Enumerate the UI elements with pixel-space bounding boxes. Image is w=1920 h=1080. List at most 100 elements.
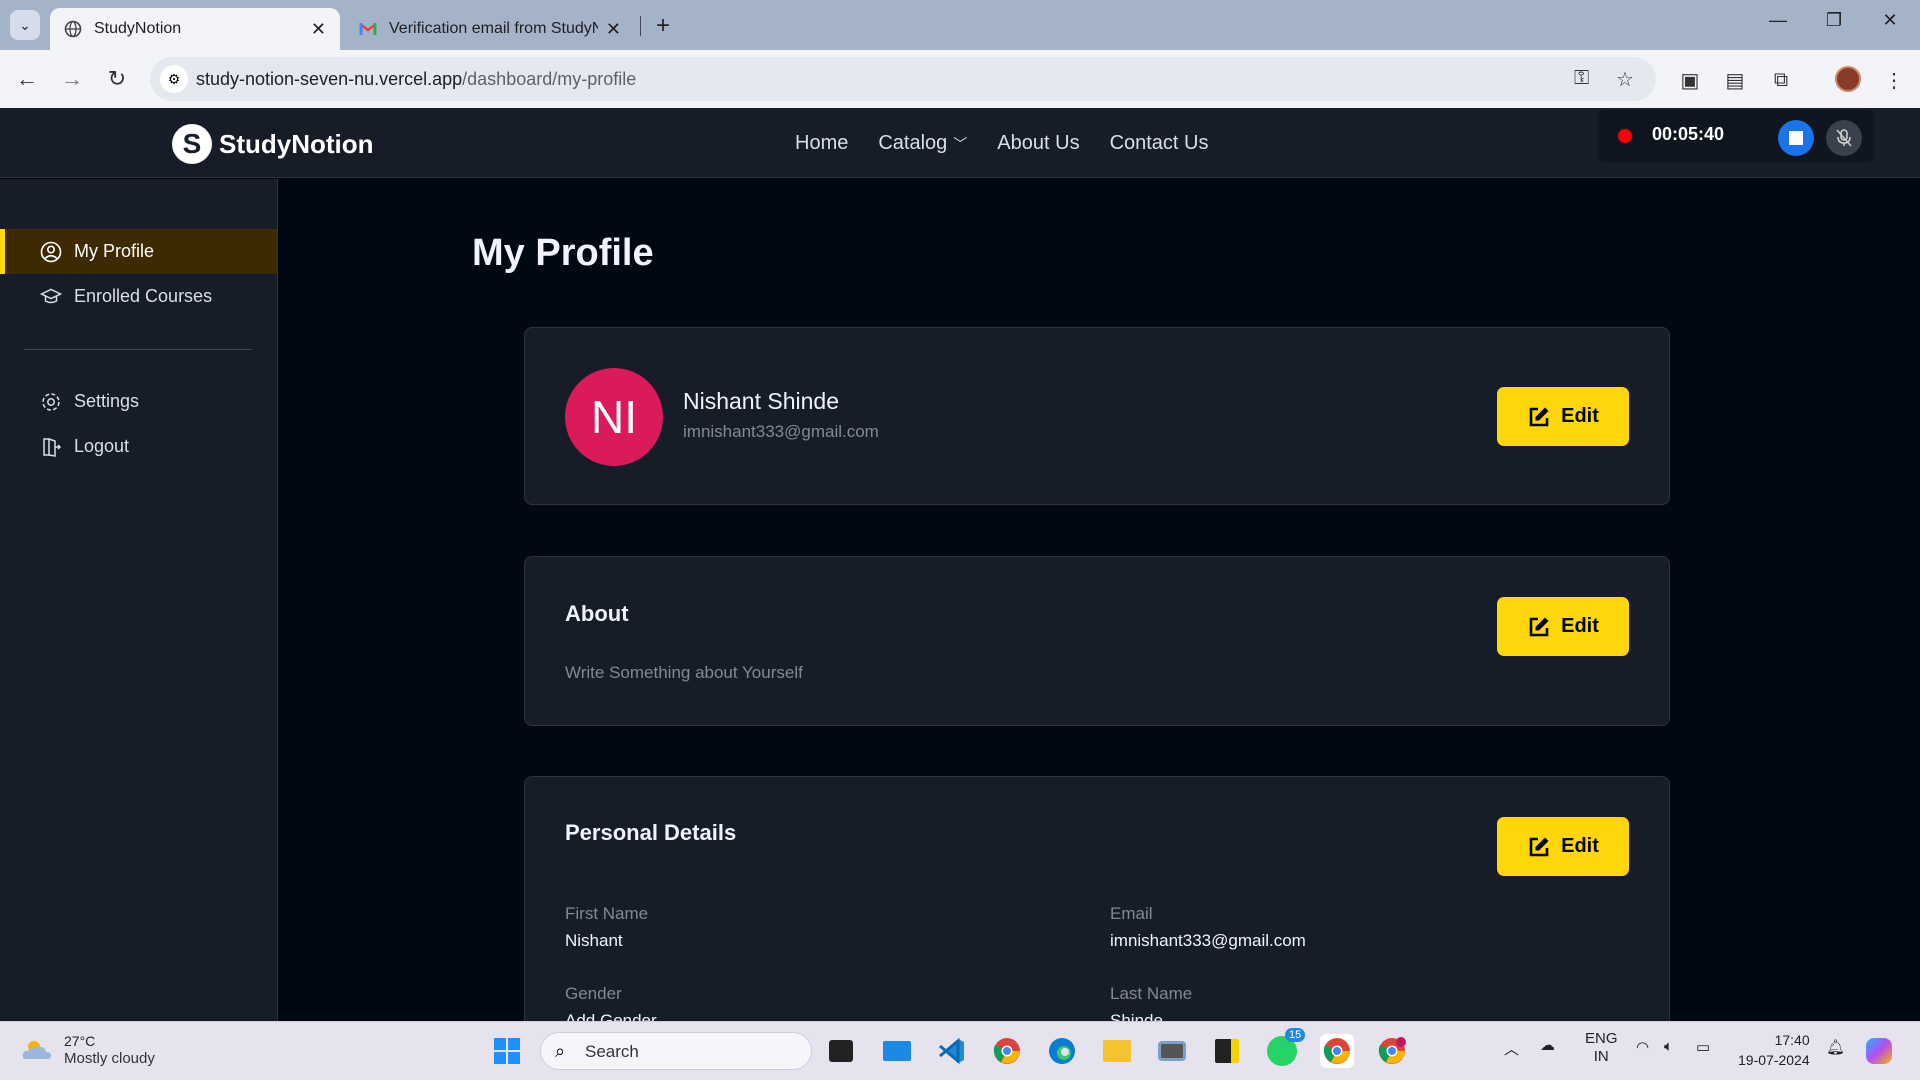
whatsapp-icon[interactable]: 15	[1265, 1028, 1306, 1068]
gear-icon	[40, 391, 62, 413]
back-icon[interactable]: ←	[12, 64, 42, 94]
edit-personal-details-button[interactable]: Edit	[1497, 817, 1629, 876]
edit-label: Edit	[1561, 835, 1599, 857]
minimize-icon[interactable]: —	[1758, 10, 1798, 31]
edit-profile-button[interactable]: Edit	[1497, 387, 1629, 446]
browser-profile-avatar[interactable]	[1835, 66, 1861, 92]
stop-recording-button[interactable]	[1778, 120, 1814, 156]
onedrive-offline-icon[interactable]: ☁	[1540, 1036, 1555, 1054]
forward-icon[interactable]: →	[57, 64, 87, 94]
screen-recorder-bar: 00:05:40	[1598, 110, 1874, 162]
camera-icon[interactable]	[1155, 1034, 1189, 1068]
site-info-icon[interactable]: ⚙	[160, 65, 188, 93]
sidebar-item-label: Settings	[74, 391, 140, 411]
edit-icon	[1529, 617, 1549, 636]
about-text: Write Something about Yourself	[565, 663, 803, 682]
profile-email: imnishant333@gmail.com	[683, 422, 879, 441]
tab-separator	[640, 16, 641, 36]
logout-icon	[40, 436, 62, 458]
gmail-icon	[359, 20, 377, 38]
reload-icon[interactable]: ↻	[102, 64, 132, 94]
nav-contact-us[interactable]: Contact Us	[1110, 132, 1209, 155]
task-view-icon[interactable]	[824, 1034, 858, 1068]
notification-bell-icon[interactable]: 🔔︎	[1826, 1038, 1845, 1056]
site-logo[interactable]: S StudyNotion	[172, 124, 374, 164]
search-placeholder: Search	[585, 1042, 639, 1061]
sidebar-item-label: Enrolled Courses	[74, 286, 213, 306]
system-clock[interactable]: 17:40 19-07-2024	[1738, 1030, 1810, 1070]
gender-label: Gender	[565, 984, 622, 1003]
tab-search-dropdown-icon[interactable]: ⌄	[10, 10, 40, 40]
logo-icon: S	[172, 124, 212, 164]
show-hidden-icons-chevron-icon[interactable]: ︿	[1504, 1038, 1519, 1059]
sidebar-item-settings[interactable]: Settings	[0, 379, 277, 424]
search-icon: ⌕	[555, 1041, 566, 1061]
screen-recorder-extension-icon[interactable]: ▤	[1721, 66, 1749, 94]
browser-toolbar: ← → ↻ ⚙ study-notion-seven-nu.vercel.app…	[0, 50, 1920, 108]
first-name-value: Nishant	[565, 931, 623, 950]
file-explorer-icon[interactable]	[1100, 1034, 1134, 1068]
temperature: 27°C	[64, 1033, 96, 1049]
about-card: About Write Something about Yourself Edi…	[524, 556, 1670, 726]
desktop-icon[interactable]	[880, 1034, 914, 1068]
sidebar-divider	[24, 349, 252, 350]
address-bar[interactable]: ⚙ study-notion-seven-nu.vercel.app/dashb…	[150, 57, 1656, 101]
sidebar-item-logout[interactable]: Logout	[0, 424, 277, 469]
mic-muted-button[interactable]	[1826, 120, 1862, 156]
wifi-icon[interactable]: ◠	[1636, 1038, 1649, 1056]
stop-icon	[1789, 131, 1803, 145]
recording-dot-icon	[1618, 129, 1632, 143]
brand-name: StudyNotion	[219, 128, 374, 159]
tab-studynotion[interactable]: StudyNotion ✕	[50, 8, 340, 50]
graduation-cap-icon	[40, 286, 62, 308]
sidebar-item-my-profile[interactable]: My Profile	[0, 229, 277, 274]
user-circle-icon	[40, 241, 62, 263]
url-host: study-notion-seven-nu.vercel.app	[196, 69, 463, 89]
volume-icon[interactable]: 🔈︎	[1664, 1038, 1673, 1055]
edit-icon	[1529, 407, 1549, 426]
nav-home[interactable]: Home	[795, 132, 848, 155]
extensions-icon[interactable]: ⧉	[1767, 66, 1795, 94]
more-menu-icon[interactable]: ⋮	[1880, 66, 1908, 94]
password-key-icon[interactable]: ⚿	[1574, 67, 1589, 90]
battery-icon[interactable]: ▭	[1696, 1038, 1710, 1056]
copilot-icon[interactable]	[1862, 1034, 1896, 1068]
tab-title: StudyNotion	[94, 20, 182, 37]
windows-taskbar: 27°C Mostly cloudy ⌕ Search 15 ︿ ☁ ENG I…	[0, 1021, 1920, 1080]
chrome-icon[interactable]	[990, 1034, 1024, 1068]
new-tab-icon[interactable]: +	[650, 12, 676, 40]
url-text[interactable]: study-notion-seven-nu.vercel.app/dashboa…	[196, 69, 636, 90]
profile-name: Nishant Shinde	[683, 388, 839, 414]
taskbar-search[interactable]: ⌕ Search	[540, 1032, 812, 1070]
close-icon[interactable]: ✕	[311, 19, 326, 40]
tab-gmail[interactable]: Verification email from StudyNc ✕	[345, 8, 635, 50]
avatar: NI	[565, 368, 663, 466]
sidebar-item-label: My Profile	[74, 241, 155, 261]
nav-catalog[interactable]: Catalog ﹀	[878, 132, 967, 155]
whatsapp-badge: 15	[1285, 1028, 1306, 1042]
language-indicator[interactable]: ENG IN	[1585, 1030, 1618, 1066]
clock-time: 17:40	[1774, 1032, 1810, 1048]
url-path: /dashboard/my-profile	[462, 69, 637, 89]
clock-date: 19-07-2024	[1738, 1052, 1810, 1068]
bookmark-star-icon[interactable]: ☆	[1616, 67, 1634, 92]
chrome-profile-n-icon[interactable]	[1375, 1034, 1409, 1068]
edit-label: Edit	[1561, 405, 1599, 427]
about-heading: About	[565, 601, 629, 626]
chrome-active-icon[interactable]	[1320, 1034, 1354, 1068]
close-icon[interactable]: ✕	[606, 19, 621, 40]
sidebar-item-enrolled-courses[interactable]: Enrolled Courses	[0, 274, 277, 319]
windows-start-icon[interactable]	[490, 1034, 524, 1068]
picture-in-picture-icon[interactable]: ▣	[1676, 66, 1704, 94]
sticky-notes-icon[interactable]	[1210, 1034, 1244, 1068]
weather-status: Mostly cloudy	[64, 1050, 155, 1067]
mic-off-icon	[1836, 129, 1852, 147]
edit-about-button[interactable]: Edit	[1497, 597, 1629, 656]
last-name-label: Last Name	[1110, 984, 1193, 1003]
vscode-icon[interactable]	[935, 1034, 969, 1068]
restore-icon[interactable]: ❐	[1814, 10, 1854, 31]
edge-icon[interactable]	[1045, 1034, 1079, 1068]
weather-widget[interactable]: 27°C Mostly cloudy	[20, 1032, 155, 1068]
nav-about-us[interactable]: About Us	[997, 132, 1079, 155]
window-close-icon[interactable]: ✕	[1870, 10, 1910, 31]
